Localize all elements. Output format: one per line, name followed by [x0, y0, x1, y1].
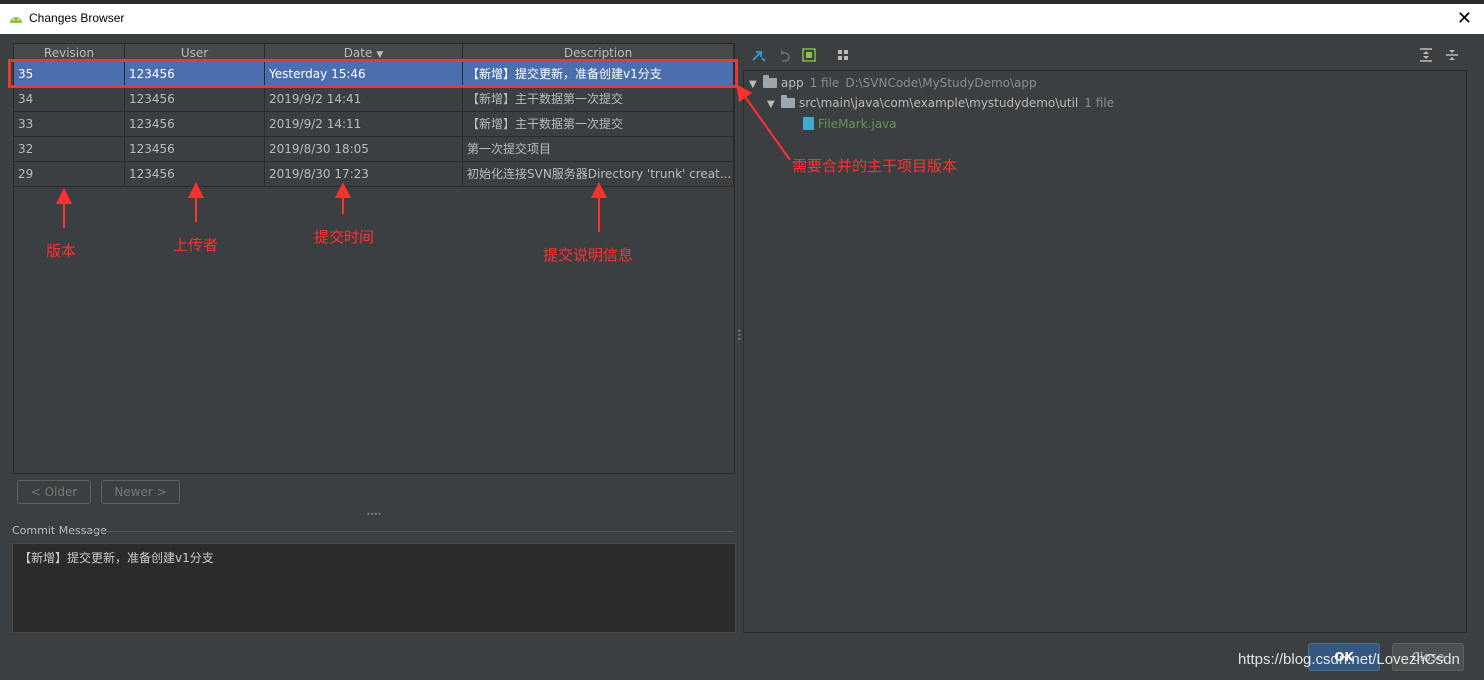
- watermark-text: https://blog.csdn.net/LovezhCsdn: [1238, 651, 1460, 668]
- annotation-revision: 版本: [46, 242, 77, 260]
- annotation-date: 提交时间: [314, 228, 375, 246]
- annotation-arrows: [56, 84, 791, 232]
- annotation-user: 上传者: [173, 236, 219, 254]
- arrow-trunk: [736, 84, 791, 161]
- annotation-description: 提交说明信息: [543, 246, 634, 264]
- annotation-trunk: 需要合并的主干项目版本: [792, 157, 958, 175]
